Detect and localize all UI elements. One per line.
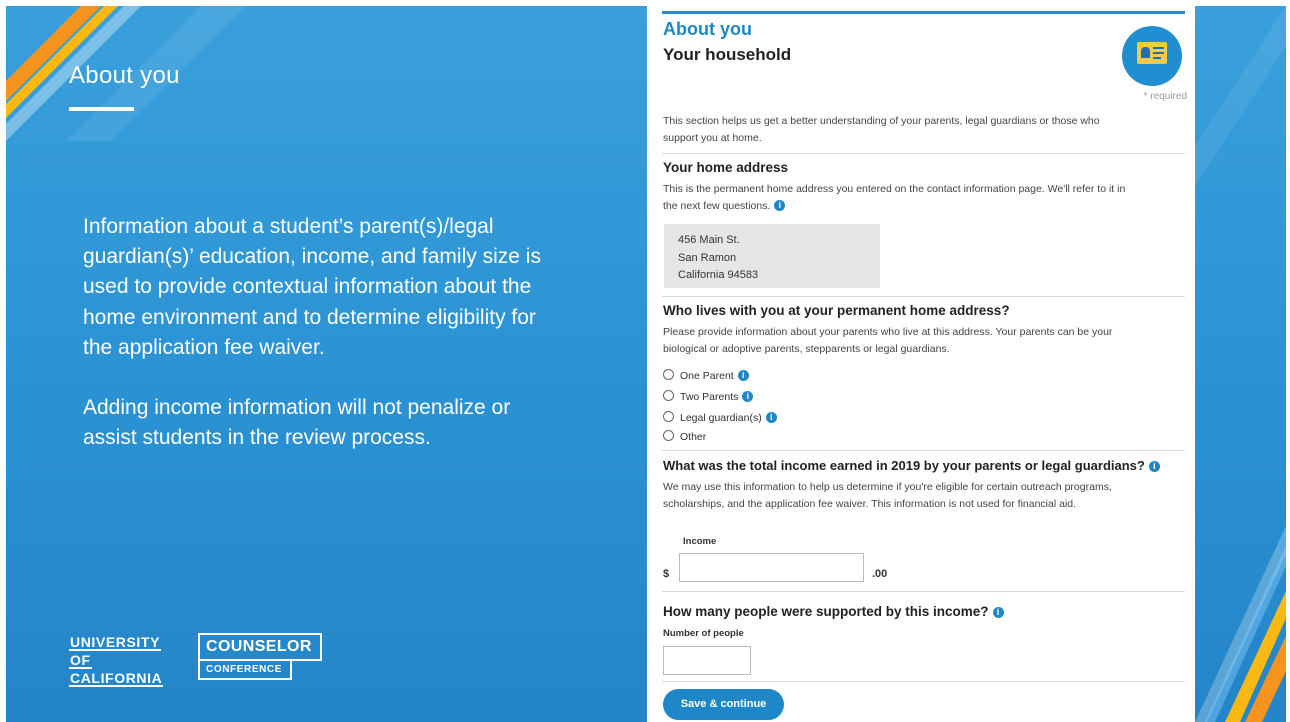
income-description: We may use this information to help us d… bbox=[663, 481, 1112, 510]
slide: About you Information about a student’s … bbox=[6, 6, 1286, 722]
info-icon[interactable]: i bbox=[774, 200, 786, 211]
divider bbox=[662, 681, 1185, 682]
radio-other[interactable]: Other bbox=[663, 430, 706, 443]
radio-circle[interactable] bbox=[663, 390, 674, 401]
radio-circle[interactable] bbox=[663, 369, 674, 380]
people-label: Number of people bbox=[663, 628, 744, 639]
address-line-1: 456 Main St. bbox=[678, 234, 740, 246]
divider bbox=[662, 153, 1185, 154]
body-paragraph-1: Information about a student’s parent(s)/… bbox=[83, 215, 541, 359]
form-top-bar bbox=[662, 11, 1185, 14]
divider bbox=[662, 450, 1185, 451]
info-icon[interactable]: i bbox=[742, 391, 754, 402]
body-paragraph-2: Adding income information will not penal… bbox=[83, 396, 511, 450]
save-continue-button[interactable]: Save & continue bbox=[663, 689, 784, 720]
address-line-2: San Ramon bbox=[678, 251, 737, 264]
radio-label: Two Parents bbox=[680, 391, 739, 403]
people-heading: How many people were supported by this i… bbox=[663, 604, 1004, 619]
household-form-panel: About you Your household * required This… bbox=[647, 6, 1195, 722]
radio-legal-guardians[interactable]: Legal guardian(s) i bbox=[663, 411, 777, 424]
income-cents: .00 bbox=[872, 568, 888, 580]
income-heading-text: What was the total income earned in 2019… bbox=[663, 458, 1145, 473]
form-section-title: About you bbox=[663, 19, 752, 39]
info-icon[interactable]: i bbox=[737, 370, 749, 381]
cc-logo-bottom: CONFERENCE bbox=[198, 661, 292, 680]
lives-with-description: Please provide information about your pa… bbox=[663, 326, 1113, 355]
radio-circle[interactable] bbox=[663, 411, 674, 422]
form-intro: This section helps us get a better under… bbox=[663, 115, 1100, 144]
radio-label: One Parent bbox=[680, 370, 734, 382]
divider bbox=[662, 296, 1185, 297]
home-address-description-text: This is the permanent home address you e… bbox=[663, 183, 1126, 212]
income-label: Income bbox=[683, 536, 717, 547]
uc-logo-line-1: UNIVERSITY bbox=[69, 634, 162, 651]
income-heading: What was the total income earned in 2019… bbox=[663, 458, 1160, 473]
uc-logo-line-2: OF bbox=[69, 652, 92, 669]
home-address-description: This is the permanent home address you e… bbox=[663, 181, 1133, 215]
radio-one-parent[interactable]: One Parent i bbox=[663, 369, 749, 382]
divider bbox=[662, 591, 1185, 592]
uc-logo-line-3: CALIFORNIA bbox=[69, 670, 164, 687]
people-input[interactable] bbox=[663, 646, 751, 675]
home-address-heading: Your home address bbox=[663, 160, 789, 175]
lives-with-heading: Who lives with you at your permanent hom… bbox=[663, 303, 1010, 318]
radio-label: Other bbox=[680, 431, 707, 443]
address-line-3: California 94583 bbox=[678, 269, 759, 281]
radio-label: Legal guardian(s) bbox=[680, 412, 762, 424]
currency-symbol: $ bbox=[663, 568, 670, 580]
info-icon[interactable]: i bbox=[1148, 461, 1160, 472]
id-card-icon bbox=[1122, 26, 1182, 86]
decorative-stripes-right bbox=[1195, 6, 1286, 722]
slide-title: About you bbox=[69, 62, 180, 89]
counselor-conference-logo: COUNSELOR CONFERENCE bbox=[198, 633, 322, 680]
slide-body: Information about a student’s parent(s)/… bbox=[83, 212, 563, 483]
info-icon[interactable]: i bbox=[765, 412, 777, 423]
cc-logo-top: COUNSELOR bbox=[198, 633, 322, 661]
required-note: * required bbox=[1143, 91, 1187, 102]
form-page-title: Your household bbox=[663, 45, 792, 64]
info-icon[interactable]: i bbox=[992, 607, 1004, 618]
income-input[interactable] bbox=[679, 553, 864, 582]
radio-circle[interactable] bbox=[663, 430, 674, 441]
radio-two-parents[interactable]: Two Parents i bbox=[663, 390, 754, 403]
home-address-box: 456 Main St. San Ramon California 94583 bbox=[664, 224, 880, 288]
uc-logo: UNIVERSITY OF CALIFORNIA bbox=[69, 634, 164, 688]
people-heading-text: How many people were supported by this i… bbox=[663, 604, 989, 619]
title-underline bbox=[69, 107, 134, 111]
